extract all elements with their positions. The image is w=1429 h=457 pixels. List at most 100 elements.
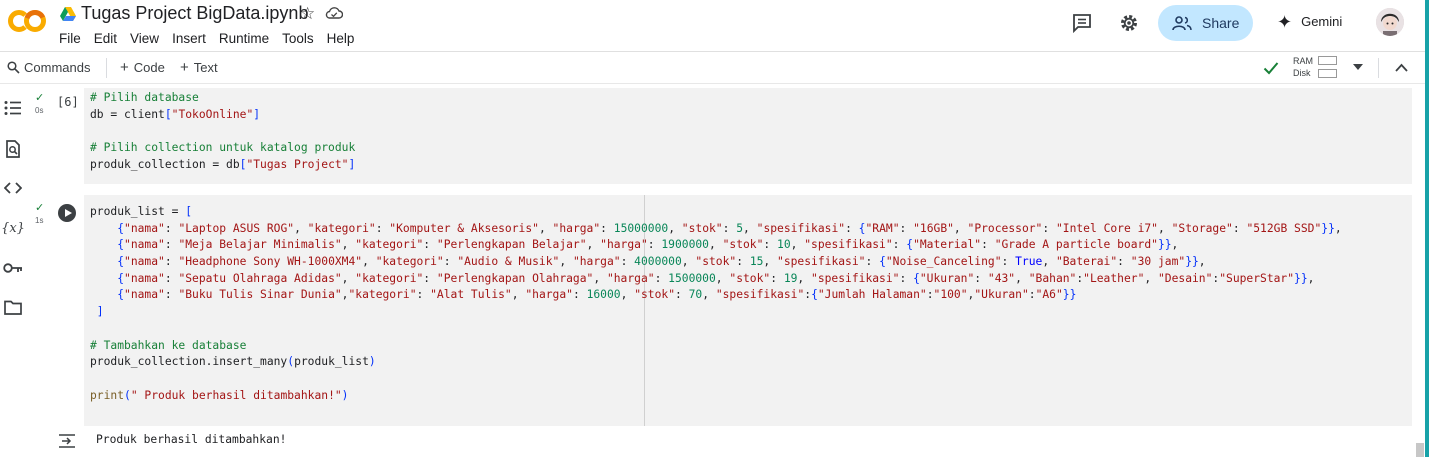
chevron-up-icon[interactable]: [1395, 63, 1408, 72]
code-token: ,: [708, 238, 723, 252]
connected-check-icon[interactable]: [1263, 61, 1279, 75]
dropdown-arrow-icon[interactable]: [1353, 64, 1363, 70]
code-token: "spesifikasi": [756, 221, 846, 235]
code-line: produk_collection = db["Tugas Project"]: [90, 157, 355, 174]
code-token: }}: [1321, 221, 1335, 235]
code-token: "Tugas Project": [246, 157, 349, 171]
code-token: print: [90, 388, 125, 402]
code-token: # Tambahkan ke database: [90, 338, 247, 352]
commands-button[interactable]: Commands: [7, 60, 90, 75]
code-token: :: [892, 238, 907, 252]
code-token: }}: [1294, 271, 1308, 285]
code-token: "nama": [124, 271, 165, 285]
code-token: "Desain": [1157, 271, 1213, 285]
code-token: :: [675, 288, 689, 302]
code-token: 19: [783, 271, 798, 285]
code-editor-1[interactable]: # Pilih database db = client["TokoOnline"…: [90, 90, 355, 173]
variables-icon[interactable]: {𝑥}: [1, 217, 25, 239]
commands-label: Commands: [24, 60, 91, 75]
avatar[interactable]: [1376, 8, 1404, 36]
add-text-button[interactable]: + Text: [180, 60, 218, 76]
menu-edit[interactable]: Edit: [94, 31, 117, 46]
code-token: :: [423, 238, 437, 252]
code-line: db = client["TokoOnline"]: [90, 107, 355, 124]
code-snippets-icon[interactable]: [2, 177, 24, 199]
code-token: "100": [933, 288, 968, 302]
toolbar-divider: [1378, 58, 1379, 78]
code-token: "kategori": [355, 271, 424, 285]
notebook-title[interactable]: Tugas Project BigData.ipynb: [81, 3, 308, 24]
colab-logo[interactable]: [8, 8, 46, 34]
secrets-key-icon[interactable]: [2, 257, 24, 279]
code-token: "spesifikasi": [715, 288, 805, 302]
share-button[interactable]: Share: [1158, 5, 1253, 41]
gemini-button[interactable]: ✦ Gemini: [1277, 13, 1343, 31]
code-token: "Processor": [967, 221, 1043, 235]
code-token: "spesifikasi": [804, 238, 893, 252]
cloud-saved-icon[interactable]: [325, 6, 343, 20]
run-cell-button[interactable]: [58, 204, 76, 222]
code-token: "harga": [572, 255, 621, 269]
code-token: 10: [777, 238, 791, 252]
menu-help[interactable]: Help: [327, 31, 355, 46]
code-token: {: [90, 255, 125, 269]
code-cell-2[interactable]: produk_list = [ {"nama": "Laptop ASUS RO…: [84, 195, 1412, 426]
code-line: {"nama": "Buku Tulis Sinar Dunia","kateg…: [90, 287, 1342, 304]
table-of-contents-icon[interactable]: [2, 97, 24, 119]
code-token: "Intel Core i7": [1055, 221, 1158, 235]
code-cell-1[interactable]: # Pilih database db = client["TokoOnline"…: [84, 88, 1412, 184]
code-token: "Material": [913, 238, 982, 252]
code-line: # Tambahkan ke database: [90, 338, 1342, 355]
gemini-label: Gemini: [1301, 14, 1343, 29]
code-editor-2[interactable]: produk_list = [ {"nama": "Laptop ASUS RO…: [90, 204, 1342, 404]
scrollbar-thumb[interactable]: [1416, 443, 1424, 457]
star-icon[interactable]: ☆: [300, 4, 315, 24]
left-sidebar: {𝑥}: [0, 85, 28, 457]
code-token: " Produk berhasil ditambahkan!": [130, 388, 342, 402]
window-edge: [1425, 0, 1429, 457]
code-token: ,: [538, 221, 553, 235]
code-token: "stok": [634, 288, 675, 302]
code-token: "Leather": [1083, 271, 1145, 285]
settings-gear-icon[interactable]: [1118, 12, 1140, 34]
menu-tools[interactable]: Tools: [282, 31, 314, 46]
code-token: ,: [1015, 271, 1029, 285]
code-token: :: [1028, 288, 1036, 302]
menu-runtime[interactable]: Runtime: [219, 31, 269, 46]
menu-file[interactable]: File: [59, 31, 81, 46]
code-token: ,: [1158, 221, 1172, 235]
code-token: 1900000: [661, 238, 709, 252]
cell-2-success-check-icon: ✓: [35, 202, 45, 214]
code-token: "TokoOnline": [171, 107, 254, 121]
menu-view[interactable]: View: [130, 31, 159, 46]
code-token: "Perlengkapan Olahraga": [436, 271, 594, 285]
comments-icon[interactable]: [1071, 12, 1093, 34]
code-token: ,: [763, 255, 778, 269]
code-token: produk_list: [294, 355, 369, 369]
code-token: ,: [593, 271, 607, 285]
code-token: ,: [1307, 271, 1315, 285]
code-token: :: [416, 288, 431, 302]
find-replace-icon[interactable]: [2, 138, 24, 160]
code-token: {: [90, 221, 125, 235]
code-token: :: [620, 255, 635, 269]
code-token: "harga": [552, 221, 601, 235]
code-token: :: [736, 255, 750, 269]
add-code-button[interactable]: + Code: [120, 60, 165, 76]
code-token: :: [1232, 221, 1247, 235]
code-token: :: [654, 271, 669, 285]
output-actions-icon[interactable]: [58, 433, 76, 449]
code-token: ,: [681, 255, 696, 269]
code-line: # Pilih database: [90, 90, 355, 107]
code-token: "harga": [600, 238, 648, 252]
files-folder-icon[interactable]: [2, 296, 24, 318]
code-token: {: [913, 271, 920, 285]
resource-monitor[interactable]: RAM Disk: [1293, 55, 1313, 79]
code-token: "SuperStar": [1219, 271, 1295, 285]
code-token: ,: [1334, 221, 1342, 235]
code-token: :: [164, 271, 179, 285]
code-token: ,: [559, 255, 573, 269]
code-token: 15000000: [613, 221, 669, 235]
code-token: "Bahan": [1028, 271, 1077, 285]
menu-insert[interactable]: Insert: [172, 31, 206, 46]
